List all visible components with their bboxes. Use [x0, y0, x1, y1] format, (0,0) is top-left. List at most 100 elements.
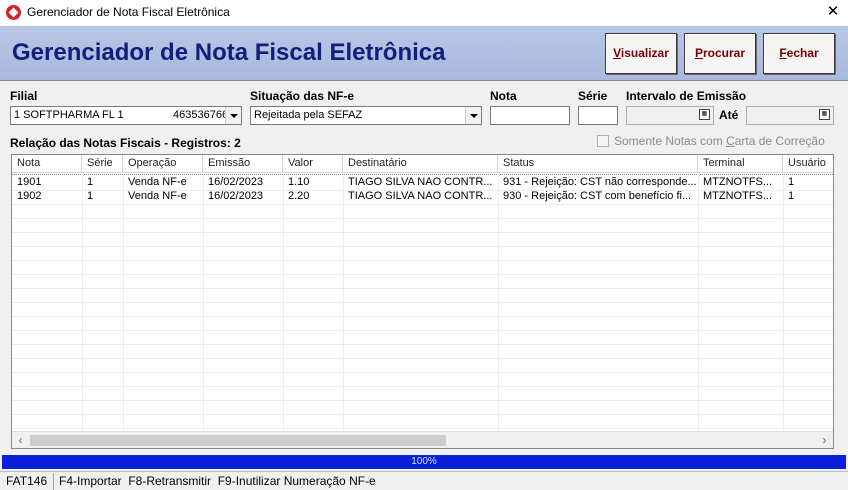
col-header-usuario[interactable]: Usuário — [783, 155, 833, 173]
row-gridline — [12, 232, 833, 233]
situacao-select[interactable]: Rejeitada pela SEFAZ — [250, 106, 482, 125]
table-row[interactable]: 1902 1 Venda NF-e 16/02/2023 2.20 TIAGO … — [12, 190, 833, 204]
col-header-operacao[interactable]: Operação — [123, 155, 203, 173]
window-title: Gerenciador de Nota Fiscal Eletrônica — [27, 5, 230, 19]
col-header-status[interactable]: Status — [498, 155, 698, 173]
visualizar-label: isualizar — [620, 46, 669, 60]
cell-serie: 1 — [87, 190, 94, 202]
close-window-button[interactable]: ✕ — [818, 0, 848, 25]
cell-destinatario: TIAGO SILVA NAO CONTR... — [348, 190, 493, 202]
filial-select[interactable]: 1 SOFTPHARMA FL 1 463536766 — [10, 106, 242, 125]
window-titlebar: Gerenciador de Nota Fiscal Eletrônica ✕ — [0, 0, 848, 25]
col-header-emissao[interactable]: Emissão — [203, 155, 283, 173]
fechar-hotkey: F — [779, 46, 787, 60]
emissao-inicio-field: ▦ — [626, 106, 714, 125]
horizontal-scrollbar[interactable]: ‹ › — [12, 431, 833, 448]
somente-cce-label-pre: Somente Notas com — [614, 134, 727, 148]
row-gridline — [12, 358, 833, 359]
column-gridline — [123, 174, 124, 448]
status-bar: FAT146 F4-Importar F8-Retransmitir F9-In… — [0, 471, 848, 490]
col-header-valor[interactable]: Valor — [283, 155, 343, 173]
column-gridline — [343, 174, 344, 448]
calendar-icon[interactable]: ▦ — [819, 109, 830, 120]
column-gridline — [82, 174, 83, 448]
nota-input[interactable] — [490, 106, 570, 125]
row-gridline — [12, 344, 833, 345]
row-gridline — [12, 260, 833, 261]
cell-terminal: MTZNOTFS... — [703, 176, 773, 188]
scroll-right-icon[interactable]: › — [816, 432, 833, 448]
header-banner: Gerenciador de Nota Fiscal Eletrônica Vi… — [0, 26, 848, 81]
cell-operacao: Venda NF-e — [128, 190, 187, 202]
column-gridline — [698, 174, 699, 448]
page-title: Gerenciador de Nota Fiscal Eletrônica — [12, 39, 446, 66]
fechar-label: echar — [786, 46, 819, 60]
cell-nota: 1901 — [17, 176, 42, 188]
status-shortcuts: F4-Importar F8-Retransmitir F9-Inutiliza… — [59, 474, 376, 488]
column-gridline — [203, 174, 204, 448]
progress-bar: 100% — [2, 455, 846, 469]
cell-status: 931 - Rejeição: CST não corresponde... — [503, 176, 697, 188]
row-gridline — [12, 274, 833, 275]
scrollbar-thumb[interactable] — [30, 435, 446, 446]
row-gridline — [12, 288, 833, 289]
calendar-icon[interactable]: ▦ — [699, 109, 710, 120]
row-gridline — [12, 414, 833, 415]
somente-cce-label-post: arta de Correção — [734, 134, 825, 148]
column-gridline — [783, 174, 784, 448]
nota-label: Nota — [490, 89, 517, 103]
somente-cce-hotkey: C — [726, 134, 735, 148]
cell-status: 930 - Rejeição: CST com benefício fi... — [503, 190, 692, 202]
row-gridline — [12, 386, 833, 387]
row-gridline — [12, 330, 833, 331]
procurar-label: rocurar — [702, 46, 746, 60]
filial-label: Filial — [10, 89, 38, 103]
col-header-terminal[interactable]: Terminal — [698, 155, 783, 173]
filial-value: 1 SOFTPHARMA FL 1 — [14, 109, 124, 121]
visualizar-button[interactable]: Visualizar — [605, 33, 677, 74]
col-header-destinatario[interactable]: Destinatário — [343, 155, 498, 173]
chevron-down-icon[interactable] — [465, 107, 481, 124]
emissao-fim-field: ▦ — [746, 106, 834, 125]
col-header-nota[interactable]: Nota — [12, 155, 82, 173]
procurar-button[interactable]: Procurar — [684, 33, 756, 74]
status-form-code: FAT146 — [2, 473, 54, 490]
row-gridline — [12, 204, 833, 205]
cell-operacao: Venda NF-e — [128, 176, 187, 188]
col-header-serie[interactable]: Série — [82, 155, 123, 173]
scroll-left-icon[interactable]: ‹ — [12, 432, 29, 448]
row-gridline — [12, 372, 833, 373]
row-gridline — [12, 400, 833, 401]
table-header: Nota Série Operação Emissão Valor Destin… — [12, 155, 833, 173]
ate-label: Até — [719, 108, 739, 122]
column-gridline — [283, 174, 284, 448]
cell-terminal: MTZNOTFS... — [703, 190, 773, 202]
cell-nota: 1902 — [17, 190, 42, 202]
checkbox-icon — [597, 135, 609, 147]
list-caption: Relação das Notas Fiscais - Registros: 2 — [10, 136, 241, 150]
filial-cnpj: 463536766 — [173, 109, 229, 121]
row-gridline — [12, 302, 833, 303]
cell-serie: 1 — [87, 176, 94, 188]
row-gridline — [12, 218, 833, 219]
chevron-down-icon[interactable] — [225, 107, 241, 124]
cell-destinatario: TIAGO SILVA NAO CONTR... — [348, 176, 493, 188]
row-gridline — [12, 316, 833, 317]
cell-emissao: 16/02/2023 — [208, 176, 264, 188]
serie-input[interactable] — [578, 106, 618, 125]
fechar-button[interactable]: Fechar — [763, 33, 835, 74]
cell-usuario: 1 — [788, 176, 795, 188]
cell-usuario: 1 — [788, 190, 795, 202]
cell-valor: 1.10 — [288, 176, 310, 188]
situacao-label: Situação das NF-e — [250, 89, 355, 103]
cell-emissao: 16/02/2023 — [208, 190, 264, 202]
column-gridline — [498, 174, 499, 448]
table-row[interactable]: 1901 1 Venda NF-e 16/02/2023 1.10 TIAGO … — [12, 176, 833, 190]
notas-table[interactable]: Nota Série Operação Emissão Valor Destin… — [11, 154, 834, 449]
serie-label: Série — [578, 89, 608, 103]
visualizar-hotkey: V — [613, 46, 621, 60]
somente-cce-checkbox: Somente Notas com Carta de Correção — [597, 134, 825, 148]
intervalo-label: Intervalo de Emissão — [626, 89, 747, 103]
row-gridline — [12, 428, 833, 429]
cell-valor: 2.20 — [288, 190, 310, 202]
